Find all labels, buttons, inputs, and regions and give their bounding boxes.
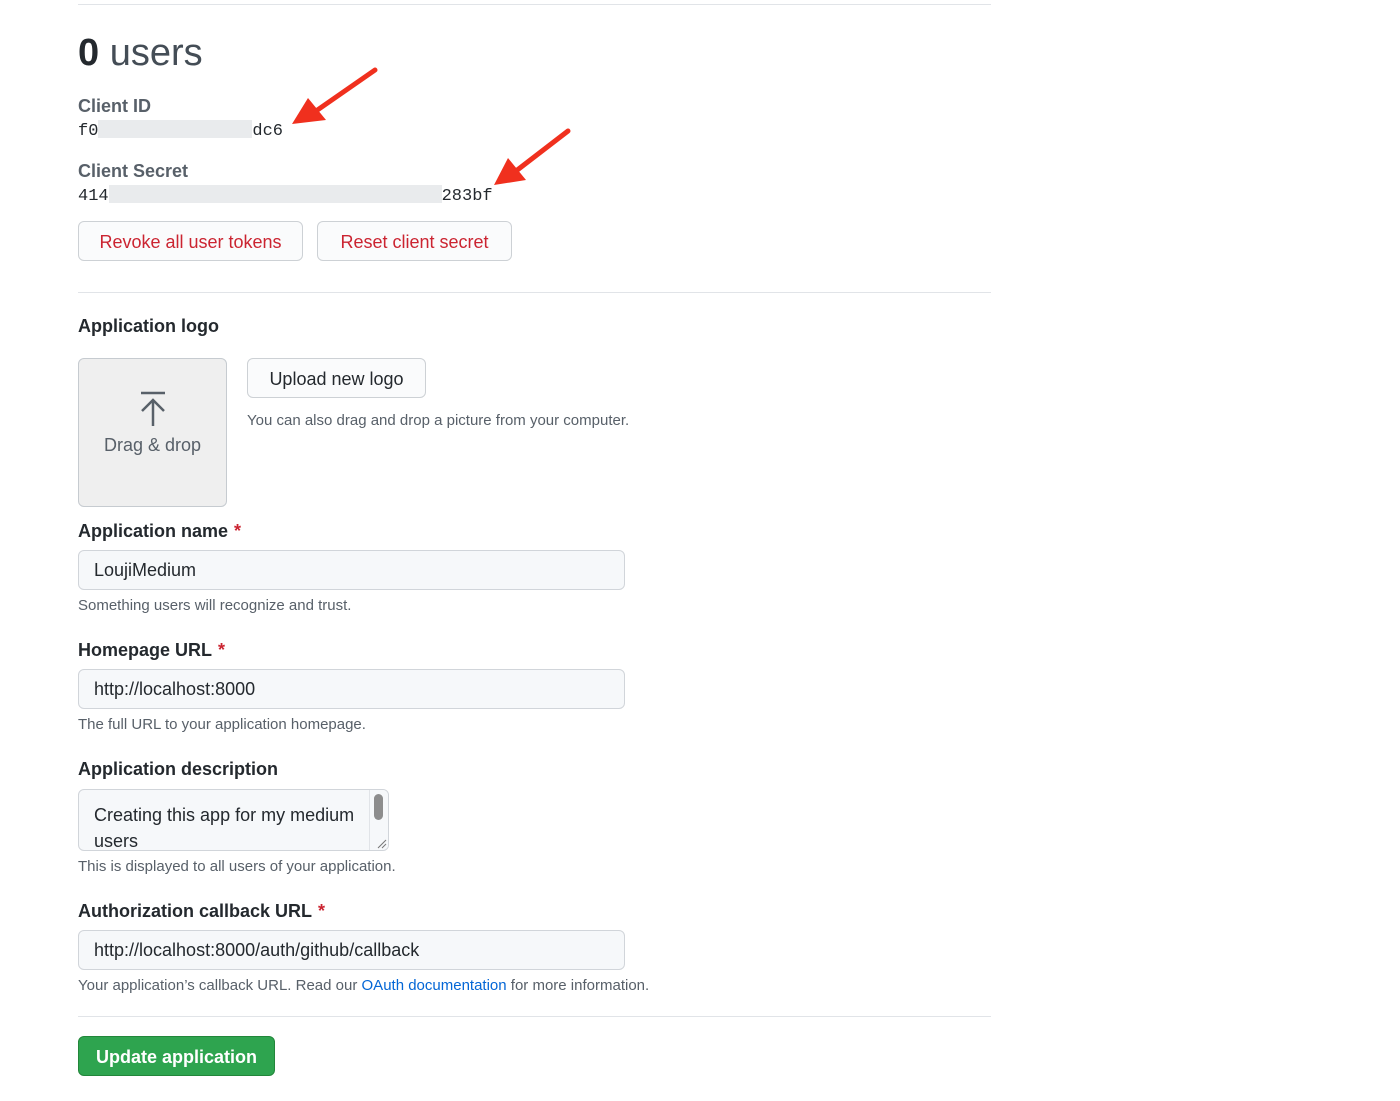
application-description-label: Application description: [78, 759, 279, 779]
callback-url-label-text: Authorization callback URL: [78, 901, 313, 921]
logo-drag-hint: You can also drag and drop a picture fro…: [247, 412, 630, 429]
required-marker: *: [218, 640, 226, 660]
users-count-label: users: [109, 32, 203, 74]
users-count: 0 users: [78, 30, 203, 76]
callback-url-label: Authorization callback URL *: [78, 900, 325, 922]
resize-grip-icon[interactable]: [375, 837, 387, 849]
required-marker: *: [234, 521, 242, 541]
upload-new-logo-button[interactable]: Upload new logo: [247, 358, 426, 398]
homepage-url-input[interactable]: http://localhost:8000: [78, 669, 625, 709]
scrollbar-thumb[interactable]: [374, 794, 383, 820]
revoke-all-tokens-button[interactable]: Revoke all user tokens: [78, 221, 303, 261]
red-arrow-icon: [292, 67, 378, 124]
client-secret-label: Client Secret: [78, 161, 189, 181]
application-name-label-text: Application name: [78, 521, 229, 541]
client-secret-suffix: 283bf: [441, 187, 493, 206]
homepage-url-label: Homepage URL *: [78, 639, 225, 661]
application-name-input[interactable]: LoujiMedium: [78, 550, 625, 590]
red-arrow-icon: [494, 128, 571, 185]
footer-divider: [78, 1016, 991, 1017]
upload-arrow-icon: [141, 391, 165, 426]
top-divider: [78, 4, 991, 5]
client-id-redaction: [98, 120, 253, 138]
client-secret-prefix: 414: [78, 187, 109, 206]
oauth-documentation-link[interactable]: OAuth documentation: [362, 977, 507, 994]
client-id-prefix: f0: [78, 122, 99, 141]
users-count-number: 0: [78, 32, 100, 74]
homepage-url-label-text: Homepage URL: [78, 640, 213, 660]
client-id-value: f0 dc6: [78, 120, 283, 143]
logo-dropzone[interactable]: Drag & drop: [78, 358, 227, 507]
client-id-suffix: dc6: [252, 122, 284, 141]
section-divider: [78, 292, 991, 293]
client-secret-redaction: [108, 185, 442, 203]
application-description-textarea[interactable]: Creating this app for my medium users: [78, 789, 389, 851]
required-marker: *: [318, 901, 326, 921]
application-logo-heading: Application logo: [78, 316, 219, 336]
reset-client-secret-button[interactable]: Reset client secret: [317, 221, 512, 261]
callback-url-note: Your application’s callback URL. Read ou…: [78, 976, 649, 996]
client-id-label: Client ID: [78, 96, 152, 116]
application-description-note: This is displayed to all users of your a…: [78, 858, 396, 875]
application-description-value: Creating this app for my medium users: [94, 805, 355, 851]
dropzone-label: Drag & drop: [103, 435, 202, 455]
application-name-label: Application name *: [78, 520, 241, 542]
update-application-button[interactable]: Update application: [78, 1036, 275, 1076]
application-name-note: Something users will recognize and trust…: [78, 597, 352, 614]
callback-url-input[interactable]: http://localhost:8000/auth/github/callba…: [78, 930, 625, 970]
callback-note-before: Your application’s callback URL. Read ou…: [78, 977, 358, 994]
client-secret-value: 414 283bf: [78, 185, 493, 208]
callback-note-after: for more information.: [510, 977, 650, 994]
homepage-url-note: The full URL to your application homepag…: [78, 716, 366, 733]
